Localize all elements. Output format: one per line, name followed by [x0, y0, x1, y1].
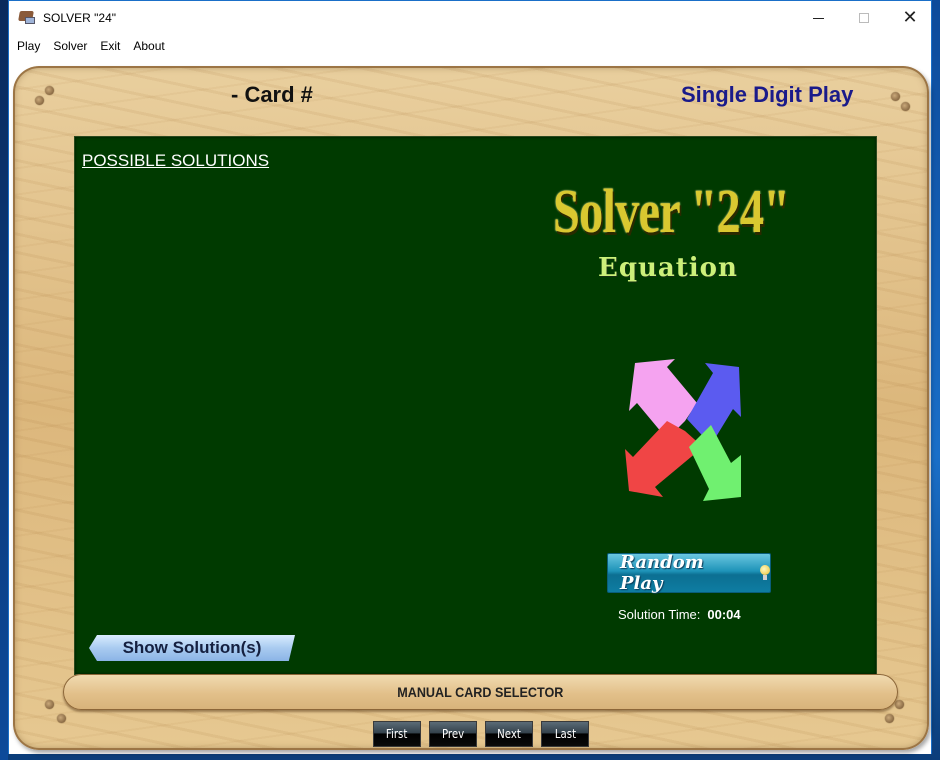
possible-solutions-heading[interactable]: POSSIBLE SOLUTIONS [82, 151, 269, 171]
app-icon [18, 11, 37, 25]
close-button[interactable]: ✕ [887, 1, 933, 35]
maximize-icon [859, 13, 869, 23]
desktop-background-left [0, 0, 8, 760]
screw-icon [901, 102, 910, 111]
screw-icon [895, 700, 904, 709]
menu-about[interactable]: About [133, 39, 164, 53]
prev-label: Prev [441, 727, 465, 741]
first-button[interactable]: First [373, 721, 421, 747]
arrows-logo-icon [625, 359, 741, 501]
lightbulb-icon [760, 565, 771, 581]
app-window: SOLVER "24" ✕ Play Solver Exit About - C… [8, 0, 932, 754]
show-solutions-label: Show Solution(s) [122, 638, 262, 657]
minimize-icon [812, 17, 824, 19]
desktop-background-right [932, 0, 940, 760]
last-label: Last [554, 727, 576, 741]
play-mode-label: Single Digit Play [681, 82, 854, 107]
solution-time-value: 00:04 [707, 607, 741, 622]
random-play-label: Random Play [620, 552, 704, 594]
screw-icon [891, 92, 900, 101]
screw-icon [45, 86, 54, 95]
menu-play[interactable]: Play [17, 39, 40, 53]
arrow-down-right-icon [689, 425, 741, 501]
last-button[interactable]: Last [541, 721, 589, 747]
wooden-frame: - Card # Single Digit Play POSSIBLE SOLU… [13, 66, 929, 750]
close-icon: ✕ [902, 7, 918, 28]
logo-title: Solver "24" [553, 178, 790, 246]
manual-card-selector-label: MANUAL CARD SELECTOR [397, 684, 564, 700]
solution-time-label: Solution Time: [618, 607, 701, 622]
solution-time: Solution Time: 00:04 [618, 607, 741, 622]
maximize-button[interactable] [841, 1, 887, 35]
screw-icon [885, 714, 894, 723]
screw-icon [45, 700, 54, 709]
title-bar[interactable]: SOLVER "24" ✕ [9, 1, 931, 35]
window-title: SOLVER "24" [43, 11, 116, 25]
random-play-button[interactable]: Random Play [607, 552, 771, 594]
show-solutions-button[interactable]: Show Solution(s) [89, 635, 295, 661]
card-navigation: First Prev Next Last [373, 721, 589, 747]
menu-exit[interactable]: Exit [100, 39, 120, 53]
card-number-label: - Card # [231, 82, 313, 107]
screw-icon [35, 96, 44, 105]
chalkboard: POSSIBLE SOLUTIONS Solver "24" Equation … [74, 136, 877, 675]
client-area: - Card # Single Digit Play POSSIBLE SOLU… [9, 58, 931, 754]
arrow-down-left-icon [625, 421, 703, 497]
next-button[interactable]: Next [485, 721, 533, 747]
next-label: Next [497, 727, 521, 741]
minimize-button[interactable] [795, 1, 841, 35]
logo-subtitle: Equation [598, 253, 738, 283]
first-label: First [386, 727, 408, 741]
screw-icon [57, 714, 66, 723]
menu-bar: Play Solver Exit About [9, 35, 931, 57]
prev-button[interactable]: Prev [429, 721, 477, 747]
manual-card-selector-bar: MANUAL CARD SELECTOR [63, 674, 898, 710]
menu-solver[interactable]: Solver [53, 39, 87, 53]
